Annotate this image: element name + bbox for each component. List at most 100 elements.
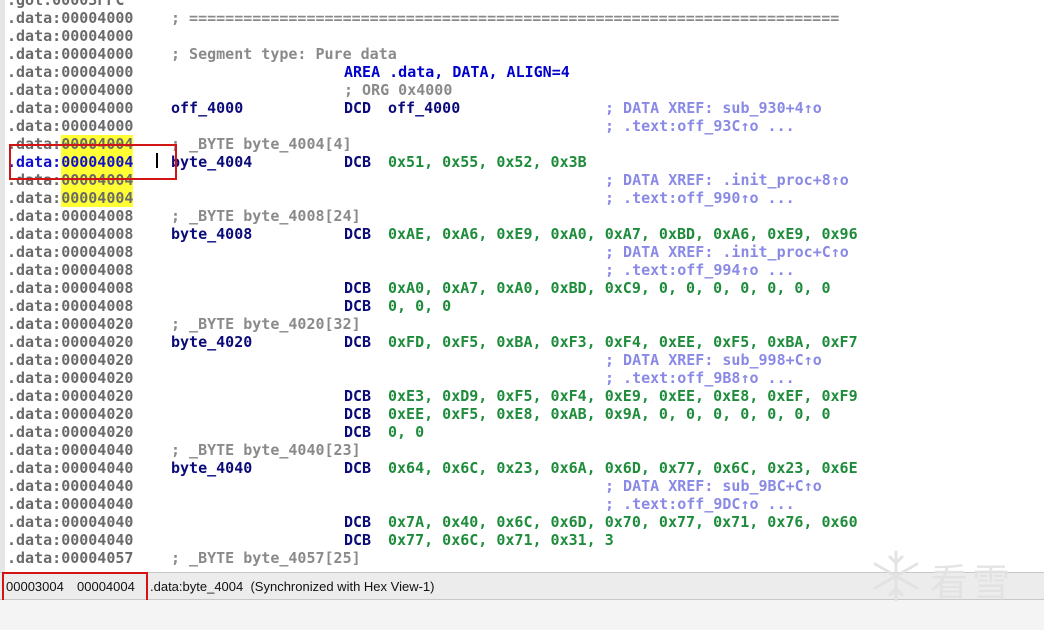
data-label[interactable]: byte_4008 bbox=[171, 225, 252, 243]
xref-comment[interactable]: ; DATA XREF: .init_proc+8↑o bbox=[605, 171, 849, 189]
segment-name: .data:00004020 bbox=[7, 333, 134, 351]
mnemonic: DCB bbox=[344, 333, 372, 351]
segment-name: .data:00004040 bbox=[7, 477, 134, 495]
line-address: 00004020 bbox=[61, 369, 134, 387]
line-address: 00004020 bbox=[61, 423, 134, 441]
segment-separator: : bbox=[52, 423, 62, 441]
segment-separator: : bbox=[52, 189, 62, 207]
line-address: 00003FFC bbox=[52, 0, 125, 9]
xref-comment[interactable]: ; DATA XREF: sub_930+4↑o bbox=[605, 99, 822, 117]
line-comment: ; _BYTE byte_4040[23] bbox=[171, 441, 361, 459]
xref-comment[interactable]: ; .text:off_93C↑o ... bbox=[605, 117, 795, 135]
data-label[interactable]: off_4000 bbox=[171, 99, 243, 117]
line-address: 00004000 bbox=[61, 45, 134, 63]
mnemonic: DCB bbox=[344, 297, 372, 315]
watermark: 看雪 bbox=[868, 548, 1028, 605]
segment-name: .data:00004000 bbox=[7, 117, 134, 135]
operands[interactable]: 0xAE, 0xA6, 0xE9, 0xA0, 0xA7, 0xBD, 0xA6… bbox=[388, 225, 858, 243]
segment-name: .data:00004020 bbox=[7, 351, 134, 369]
mnemonic: DCB bbox=[344, 405, 372, 423]
line-address: 00004040 bbox=[61, 495, 134, 513]
operands[interactable]: 0, 0 bbox=[388, 423, 424, 441]
operands[interactable]: 0x7A, 0x40, 0x6C, 0x6D, 0x70, 0x77, 0x71… bbox=[388, 513, 858, 531]
data-label[interactable]: byte_4004 bbox=[171, 153, 252, 171]
segment-name: .data:00004040 bbox=[7, 495, 134, 513]
segment-separator: : bbox=[43, 0, 53, 9]
segment-name: .got:00003FFC bbox=[7, 0, 124, 9]
segment-separator: : bbox=[52, 441, 62, 459]
line-comment: ; _BYTE byte_4008[24] bbox=[171, 207, 361, 225]
mnemonic: DCB bbox=[344, 459, 372, 477]
line-address: 00004004 bbox=[61, 189, 134, 207]
segment-name: .data:00004008 bbox=[7, 279, 134, 297]
xref-comment[interactable]: ; .text:off_990↑o ... bbox=[605, 189, 795, 207]
xref-comment[interactable]: ; .text:off_994↑o ... bbox=[605, 261, 795, 279]
xref-comment[interactable]: ; DATA XREF: sub_9BC+C↑o bbox=[605, 477, 822, 495]
segment-name: .data:00004020 bbox=[7, 387, 134, 405]
area-directive: AREA .data, DATA, ALIGN=4 bbox=[344, 63, 570, 81]
segment-separator: : bbox=[52, 27, 62, 45]
segment-name: .data:00004020 bbox=[7, 423, 134, 441]
line-address: 00004008 bbox=[61, 225, 134, 243]
operands[interactable]: 0xFD, 0xF5, 0xBA, 0xF3, 0xF4, 0xEE, 0xF5… bbox=[388, 333, 858, 351]
line-address: 00004000 bbox=[61, 63, 134, 81]
xref-comment[interactable]: ; DATA XREF: sub_998+C↑o bbox=[605, 351, 822, 369]
segment-name: .data:00004000 bbox=[7, 81, 134, 99]
line-address: 00004000 bbox=[61, 27, 134, 45]
segment-separator: : bbox=[52, 99, 62, 117]
segment-separator: : bbox=[52, 405, 62, 423]
line-address: 00004020 bbox=[61, 315, 134, 333]
segment-separator: : bbox=[52, 387, 62, 405]
segment-separator: : bbox=[52, 81, 62, 99]
operands[interactable]: 0, 0, 0 bbox=[388, 297, 451, 315]
segment-name: .data:00004000 bbox=[7, 27, 134, 45]
line-address: 00004020 bbox=[61, 333, 134, 351]
line-address: 00004008 bbox=[61, 297, 134, 315]
segment-separator: : bbox=[52, 333, 62, 351]
segment-name: .data:00004057 bbox=[7, 549, 134, 567]
segment-separator: : bbox=[52, 297, 62, 315]
segment-separator: : bbox=[52, 207, 62, 225]
segment-name: .data:00004020 bbox=[7, 369, 134, 387]
mnemonic: DCB bbox=[344, 423, 372, 441]
segment-name: .data:00004008 bbox=[7, 243, 134, 261]
line-address: 00004040 bbox=[61, 531, 134, 549]
line-address: 00004000 bbox=[61, 117, 134, 135]
operands[interactable]: 0x51, 0x55, 0x52, 0x3B bbox=[388, 153, 587, 171]
separator-comment: ; ======================================… bbox=[171, 9, 840, 27]
segment-name: .data:00004000 bbox=[7, 45, 134, 63]
segment-name: .data:00004040 bbox=[7, 513, 134, 531]
xref-comment[interactable]: ; .text:off_9DC↑o ... bbox=[605, 495, 795, 513]
data-label[interactable]: byte_4040 bbox=[171, 459, 252, 477]
data-label[interactable]: byte_4020 bbox=[171, 333, 252, 351]
segment-separator: : bbox=[52, 279, 62, 297]
line-address: 00004020 bbox=[61, 351, 134, 369]
operands[interactable]: 0x77, 0x6C, 0x71, 0x31, 3 bbox=[388, 531, 614, 549]
bottom-panel bbox=[0, 600, 1044, 630]
segment-name: .data:00004008 bbox=[7, 261, 134, 279]
operands[interactable]: 0xE3, 0xD9, 0xF5, 0xF4, 0xE9, 0xEE, 0xE8… bbox=[388, 387, 858, 405]
segment-separator: : bbox=[52, 315, 62, 333]
segment-separator: : bbox=[52, 477, 62, 495]
line-address: 00004040 bbox=[61, 441, 134, 459]
segment-name: .data:00004000 bbox=[7, 63, 134, 81]
line-address: 00004020 bbox=[61, 405, 134, 423]
xref-comment[interactable]: ; DATA XREF: .init_proc+C↑o bbox=[605, 243, 849, 261]
disassembly-view[interactable]: .got:00003FFC .data:00004000 ; ===========… bbox=[0, 0, 1044, 572]
operands[interactable]: 0xA0, 0xA7, 0xA0, 0xBD, 0xC9, 0, 0, 0, 0… bbox=[388, 279, 831, 297]
segment-separator: : bbox=[52, 351, 62, 369]
line-address: 00004008 bbox=[61, 279, 134, 297]
line-address: 00004040 bbox=[61, 477, 134, 495]
operands[interactable]: 0x64, 0x6C, 0x23, 0x6A, 0x6D, 0x77, 0x6C… bbox=[388, 459, 858, 477]
operands[interactable]: off_4000 bbox=[388, 99, 460, 117]
operands[interactable]: 0xEE, 0xF5, 0xE8, 0xAB, 0x9A, 0, 0, 0, 0… bbox=[388, 405, 831, 423]
status-location: .data:byte_4004 (Synchronized with Hex V… bbox=[150, 579, 435, 594]
mnemonic: DCB bbox=[344, 153, 372, 171]
segment-separator: : bbox=[52, 9, 62, 27]
line-address: 00004040 bbox=[61, 459, 134, 477]
xref-comment[interactable]: ; .text:off_9B8↑o ... bbox=[605, 369, 795, 387]
line-comment: ; Segment type: Pure data bbox=[171, 45, 397, 63]
segment-separator: : bbox=[52, 225, 62, 243]
line-address: 00004000 bbox=[61, 81, 134, 99]
line-address: 00004000 bbox=[61, 99, 134, 117]
